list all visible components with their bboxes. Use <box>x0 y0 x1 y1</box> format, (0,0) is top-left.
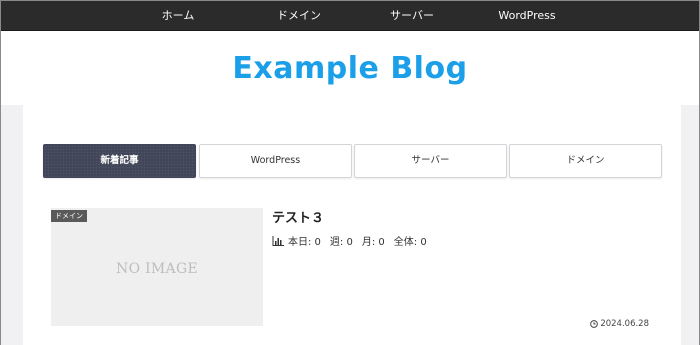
post-date: 2024.06.28 <box>590 319 649 329</box>
post-date-text: 2024.06.28 <box>600 319 649 329</box>
stat-month: 月: 0 <box>361 237 385 248</box>
clock-icon <box>590 320 599 328</box>
tab-server[interactable]: サーバー <box>354 144 507 178</box>
bar-chart-icon <box>272 235 284 246</box>
post-stats: 本日: 0 週: 0 月: 0 全体: 0 <box>272 233 436 248</box>
stat-total: 全体: 0 <box>393 237 427 248</box>
stat-today: 本日: 0 <box>288 237 321 248</box>
post-thumbnail[interactable]: NO IMAGE ドメイン <box>51 208 263 326</box>
nav-item-server[interactable]: サーバー <box>390 1 434 31</box>
top-navigation: ホーム ドメイン サーバー WordPress <box>1 1 699 31</box>
tab-wordpress[interactable]: WordPress <box>199 144 352 178</box>
category-badge: ドメイン <box>51 210 87 222</box>
tab-new-articles[interactable]: 新着記事 <box>43 144 196 178</box>
tab-domain[interactable]: ドメイン <box>509 144 662 178</box>
site-title[interactable]: Example Blog <box>1 51 699 86</box>
nav-item-wordpress[interactable]: WordPress <box>498 1 555 31</box>
stat-week: 週: 0 <box>329 237 353 248</box>
no-image-placeholder: NO IMAGE <box>116 261 198 277</box>
nav-item-home[interactable]: ホーム <box>162 1 195 31</box>
nav-item-domain[interactable]: ドメイン <box>277 1 321 31</box>
post-title[interactable]: テスト３ <box>272 207 324 226</box>
